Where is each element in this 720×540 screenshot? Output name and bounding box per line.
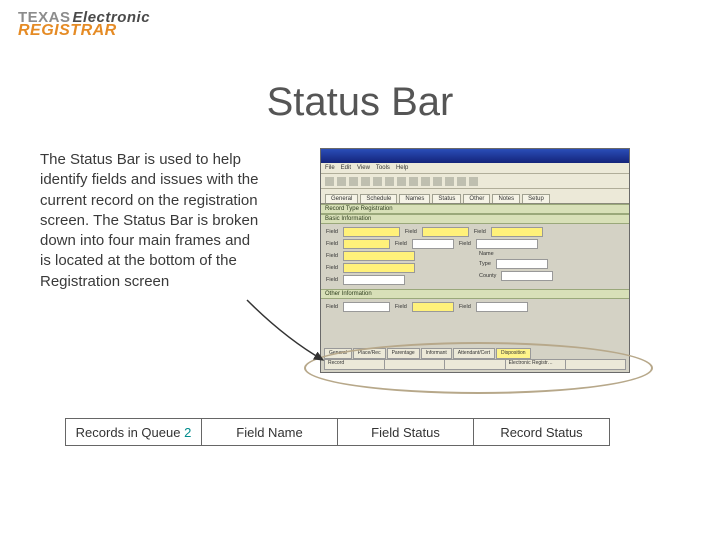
- menu-item: Help: [396, 165, 408, 171]
- app-screenshot: File Edit View Tools Help General Schedu…: [320, 148, 630, 373]
- tab: Other: [463, 194, 490, 203]
- section-header: Record Type Registration: [321, 204, 629, 214]
- toolbar: [321, 174, 629, 189]
- status-cell: Record: [325, 360, 385, 369]
- section-header: Other Information: [321, 289, 629, 299]
- menu-item: Tools: [376, 165, 390, 171]
- tab: Place/Rec: [353, 348, 386, 359]
- menu-item: View: [357, 165, 370, 171]
- frame-record-status: Record Status: [474, 419, 610, 446]
- tab: Schedule: [360, 194, 397, 203]
- window-titlebar: [321, 149, 629, 163]
- slide: TEXASElectronic REGISTRAR Status Bar The…: [0, 0, 720, 540]
- status-cell: [445, 360, 505, 369]
- tab: Attendant/Cert: [453, 348, 495, 359]
- tab: Informant: [421, 348, 452, 359]
- status-cell: [566, 360, 625, 369]
- status-cell: Electronic Registr…: [506, 360, 566, 369]
- tab: Notes: [492, 194, 520, 203]
- app-statusbar: Record Electronic Registr…: [324, 359, 626, 370]
- menubar: File Edit View Tools Help: [321, 163, 629, 174]
- body-text: The Status Bar is used to help identify …: [40, 150, 265, 292]
- frame-label: Records in Queue: [76, 425, 181, 440]
- status-frames-table: Records in Queue 2 Field Name Field Stat…: [65, 418, 610, 446]
- menu-item: Edit: [341, 165, 351, 171]
- status-cell: [385, 360, 445, 369]
- tab: Status: [432, 194, 461, 203]
- bottom-tabbar: General Place/Rec Parentage Informant At…: [324, 348, 626, 359]
- tab: Disposition: [496, 348, 530, 359]
- top-tabbar: General Schedule Names Status Other Note…: [321, 189, 629, 204]
- tab: General: [324, 348, 352, 359]
- tab: General: [325, 194, 358, 203]
- frame-field-name: Field Name: [202, 419, 338, 446]
- slide-title: Status Bar: [0, 80, 720, 125]
- form-area-basic: FieldFieldField FieldFieldField Field Fi…: [321, 224, 629, 289]
- frame-records-in-queue: Records in Queue 2: [66, 419, 202, 446]
- form-area-other: FieldFieldField: [321, 299, 629, 316]
- tab: Names: [399, 194, 430, 203]
- logo: TEXASElectronic REGISTRAR: [18, 10, 150, 39]
- section-header: Basic Information: [321, 214, 629, 224]
- frame-count: 2: [184, 425, 191, 440]
- tab: Setup: [522, 194, 550, 203]
- frame-field-status: Field Status: [338, 419, 474, 446]
- menu-item: File: [325, 165, 335, 171]
- tab: Parentage: [387, 348, 420, 359]
